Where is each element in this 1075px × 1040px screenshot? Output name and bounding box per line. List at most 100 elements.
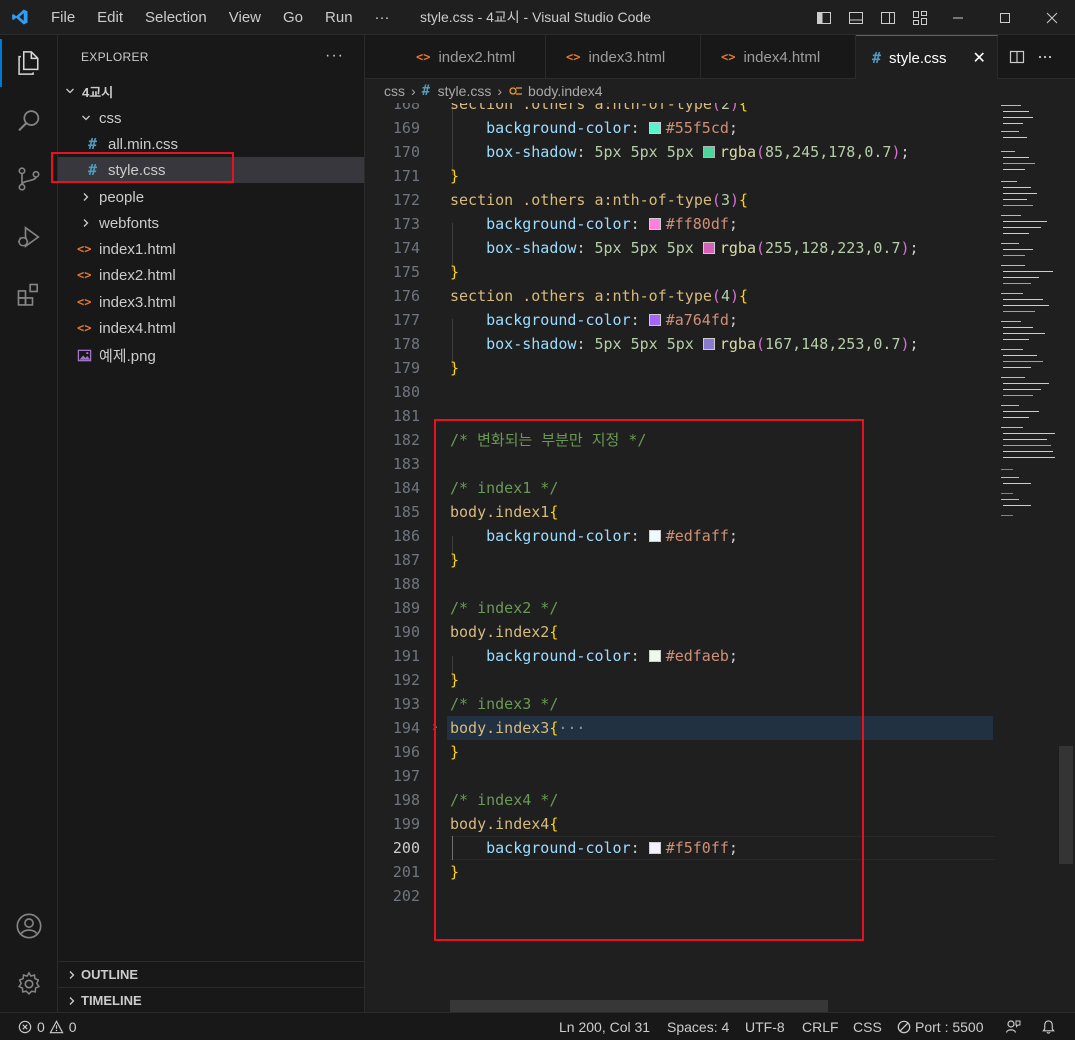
code-line: 174 box-shadow: 5px 5px 5px rgba(255,128… bbox=[392, 239, 919, 257]
problems-indicator[interactable]: 0 0 bbox=[18, 1013, 77, 1040]
layout-controls bbox=[808, 0, 936, 35]
css-file-icon: # bbox=[421, 83, 431, 99]
settings-gear-icon[interactable] bbox=[0, 956, 58, 1012]
color-swatch[interactable] bbox=[702, 338, 715, 350]
run-and-debug-icon[interactable] bbox=[0, 209, 58, 265]
eol-setting[interactable]: CRLF bbox=[802, 1013, 839, 1040]
tree-folder-css[interactable]: css bbox=[58, 105, 364, 131]
outline-label: OUTLINE bbox=[81, 967, 139, 982]
menu-file[interactable]: File bbox=[40, 0, 86, 35]
window-controls bbox=[934, 0, 1075, 35]
more-actions-icon[interactable] bbox=[1031, 35, 1059, 79]
breadcrumb-symbol[interactable]: body.index4 bbox=[528, 83, 602, 99]
code-line: 176 section .others a:nth-of-type(4){ bbox=[392, 287, 749, 305]
horizontal-scrollbar-thumb[interactable] bbox=[450, 1000, 828, 1012]
html-file-icon: <> bbox=[77, 321, 92, 335]
split-editor-icon[interactable] bbox=[1003, 35, 1031, 79]
toggle-primary-sidebar-icon[interactable] bbox=[808, 0, 840, 35]
menu-more[interactable]: ··· bbox=[364, 0, 401, 35]
breadcrumb-file[interactable]: style.css bbox=[438, 83, 492, 99]
tree-item-label: people bbox=[99, 188, 145, 206]
tree-item-label: webfonts bbox=[99, 214, 160, 232]
tree-item-label: 예제.png bbox=[99, 347, 156, 365]
menu-selection[interactable]: Selection bbox=[134, 0, 218, 35]
html-file-icon: <> bbox=[77, 242, 92, 256]
language-mode[interactable]: CSS bbox=[853, 1013, 882, 1040]
accounts-icon[interactable] bbox=[0, 898, 58, 954]
tree-item-label: index3.html bbox=[99, 293, 176, 311]
chevron-right-icon bbox=[64, 970, 80, 980]
color-swatch[interactable] bbox=[648, 218, 661, 230]
code-line: 172 section .others a:nth-of-type(3){ bbox=[392, 191, 749, 209]
tree-item-label: all.min.css bbox=[108, 135, 179, 153]
tab-style-css[interactable]: # style.css ✕ bbox=[856, 35, 998, 80]
outline-section-header[interactable]: OUTLINE bbox=[58, 961, 364, 987]
html-file-icon: <> bbox=[721, 50, 736, 64]
explorer-title: EXPLORER bbox=[81, 50, 149, 64]
search-icon[interactable] bbox=[0, 93, 58, 149]
image-file-icon bbox=[77, 348, 99, 363]
maximize-icon[interactable] bbox=[981, 0, 1028, 35]
vertical-scrollbar-thumb[interactable] bbox=[1059, 746, 1073, 864]
minimize-icon[interactable] bbox=[934, 0, 981, 35]
live-server-port[interactable]: Port : 5500 bbox=[897, 1013, 984, 1040]
explorer-more-actions-button[interactable]: ··· bbox=[325, 47, 344, 65]
port-label: Port : 5500 bbox=[915, 1019, 984, 1035]
tree-file-index3-html[interactable]: <> index3.html bbox=[58, 289, 364, 315]
tree-folder-people[interactable]: people bbox=[58, 184, 364, 210]
notifications-bell-icon[interactable] bbox=[1041, 1013, 1056, 1040]
menu-view[interactable]: View bbox=[218, 0, 272, 35]
timeline-section-header[interactable]: TIMELINE bbox=[58, 987, 364, 1013]
customize-layout-icon[interactable] bbox=[904, 0, 936, 35]
annotation-highlight-box bbox=[434, 419, 864, 941]
encoding-setting[interactable]: UTF-8 bbox=[745, 1013, 785, 1040]
tab-index4-html[interactable]: <> index4.html bbox=[701, 35, 856, 79]
explorer-icon[interactable] bbox=[0, 35, 58, 91]
code-line: 169 background-color: #55f5cd; bbox=[392, 119, 738, 137]
breadcrumb-folder[interactable]: css bbox=[384, 83, 405, 99]
color-swatch[interactable] bbox=[648, 314, 661, 326]
workspace-root-folder[interactable]: 4교시 bbox=[58, 78, 364, 104]
tab-index2-html[interactable]: <> index2.html bbox=[396, 35, 546, 79]
editor-actions bbox=[1003, 35, 1059, 79]
menu-edit[interactable]: Edit bbox=[86, 0, 134, 35]
tree-folder-webfonts[interactable]: webfonts bbox=[58, 210, 364, 236]
color-swatch[interactable] bbox=[648, 122, 661, 134]
tree-file-index2-html[interactable]: <> index2.html bbox=[58, 262, 364, 288]
menu-run[interactable]: Run bbox=[314, 0, 364, 35]
cursor-position[interactable]: Ln 200, Col 31 bbox=[559, 1013, 650, 1040]
toggle-secondary-sidebar-icon[interactable] bbox=[872, 0, 904, 35]
close-window-icon[interactable] bbox=[1028, 0, 1075, 35]
annotation-highlight-box bbox=[51, 152, 234, 183]
html-file-icon: <> bbox=[77, 268, 92, 282]
feedback-icon[interactable] bbox=[1005, 1013, 1021, 1040]
css-file-icon: # bbox=[88, 135, 98, 153]
code-line: 180 bbox=[392, 383, 420, 401]
tab-label: index3.html bbox=[588, 48, 666, 66]
window-title: style.css - 4교시 - Visual Studio Code bbox=[420, 9, 651, 25]
tree-file-index4-html[interactable]: <> index4.html bbox=[58, 315, 364, 341]
indentation-setting[interactable]: Spaces: 4 bbox=[667, 1013, 729, 1040]
workspace-root-label: 4교시 bbox=[82, 84, 114, 100]
css-file-icon: # bbox=[872, 49, 882, 67]
error-icon bbox=[18, 1020, 32, 1034]
tab-index3-html[interactable]: <> index3.html bbox=[546, 35, 701, 79]
extensions-icon[interactable] bbox=[0, 267, 58, 323]
tab-label: index4.html bbox=[743, 48, 821, 66]
explorer-sidebar: EXPLORER ··· 4교시 css # all.min.css # sty… bbox=[51, 35, 365, 1013]
tab-label: style.css bbox=[889, 49, 947, 67]
code-editor[interactable]: 168 section .others a:nth-of-type(2){ 169… bbox=[365, 103, 1075, 1012]
tree-item-label: index1.html bbox=[99, 240, 176, 258]
tree-file-example-png[interactable]: 예제.png bbox=[58, 342, 364, 368]
close-tab-icon[interactable]: ✕ bbox=[973, 48, 986, 68]
color-swatch[interactable] bbox=[702, 242, 715, 254]
tab-label: index2.html bbox=[438, 48, 516, 66]
tree-file-index1-html[interactable]: <> index1.html bbox=[58, 236, 364, 262]
color-swatch[interactable] bbox=[702, 146, 715, 158]
toggle-panel-icon[interactable] bbox=[840, 0, 872, 35]
activity-bar bbox=[0, 35, 58, 1012]
source-control-icon[interactable] bbox=[0, 151, 58, 207]
minimap[interactable] bbox=[995, 103, 1060, 1012]
menu-go[interactable]: Go bbox=[272, 0, 314, 35]
code-line: 170 box-shadow: 5px 5px 5px rgba(85,245,… bbox=[392, 143, 910, 161]
